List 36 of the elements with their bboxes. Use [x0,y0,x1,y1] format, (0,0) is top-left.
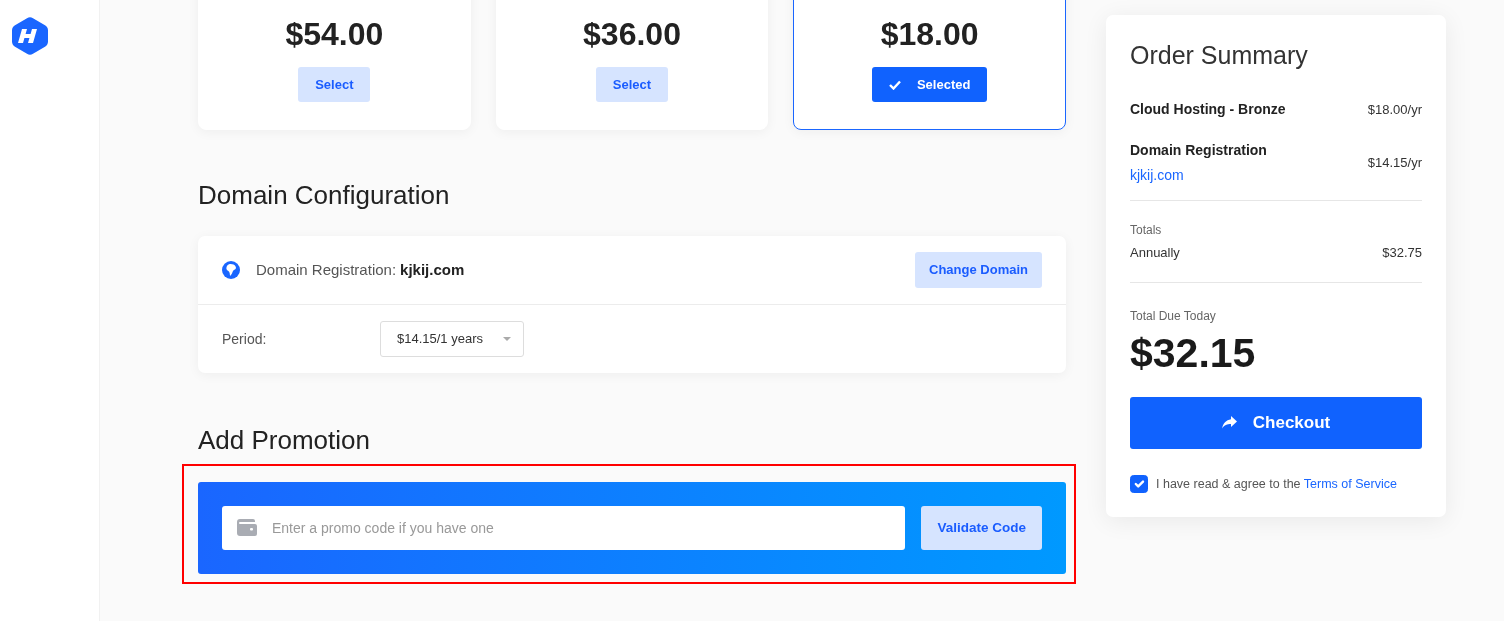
checkout-button[interactable]: Checkout [1130,396,1422,449]
logo-icon[interactable] [12,17,48,55]
plan-select-button[interactable]: Selected [871,67,988,102]
forward-arrow-icon [1221,416,1237,429]
domain-registration-label: Domain Registration: [256,259,397,280]
billing-cycle-amount: $32.75 [1382,244,1422,262]
plan-price: $54.00 [284,15,385,54]
wallet-icon [237,519,257,536]
plan-select-button[interactable]: Select [298,67,371,102]
promo-code-field[interactable]: Enter a promo code if you have one [222,506,906,550]
domain-name: kjkij.com [400,259,465,280]
billing-cycle-label: Annually [1130,244,1180,262]
change-domain-button[interactable]: Change Domain [915,252,1042,288]
plan-price: $36.00 [582,15,682,54]
summary-item-name: Cloud Hosting - Bronze [1130,100,1286,119]
terms-of-service-link[interactable]: Terms of Service [1303,476,1397,491]
section-heading: Domain Configuration [198,179,451,211]
check-icon [888,79,901,90]
domain-link[interactable]: kjkij.com [1130,165,1184,186]
caret-icon [503,337,511,341]
section-heading: Add Promotion [198,424,371,456]
totals-label: Totals [1130,222,1163,239]
period-select[interactable]: $14.15/1 years [380,321,524,357]
total-due-amount: $32.15 [1130,328,1257,377]
summary-item-price: $18.00/yr [1367,100,1422,119]
order-summary-title: Order Summary [1130,40,1309,71]
validate-code-button[interactable]: Validate Code [921,506,1042,550]
plan-price: $18.00 [879,15,980,54]
summary-item-price: $14.15/yr [1367,154,1422,173]
pin-icon [222,261,240,279]
period-label: Period: [222,329,268,349]
summary-item-name: Domain Registration [1130,141,1267,160]
plan-select-button[interactable]: Select [595,67,669,102]
terms-checkbox[interactable] [1130,474,1148,493]
total-due-label: Total Due Today [1130,307,1217,325]
terms-agreement-text: I have read & agree to the Terms of Service [1156,475,1397,493]
